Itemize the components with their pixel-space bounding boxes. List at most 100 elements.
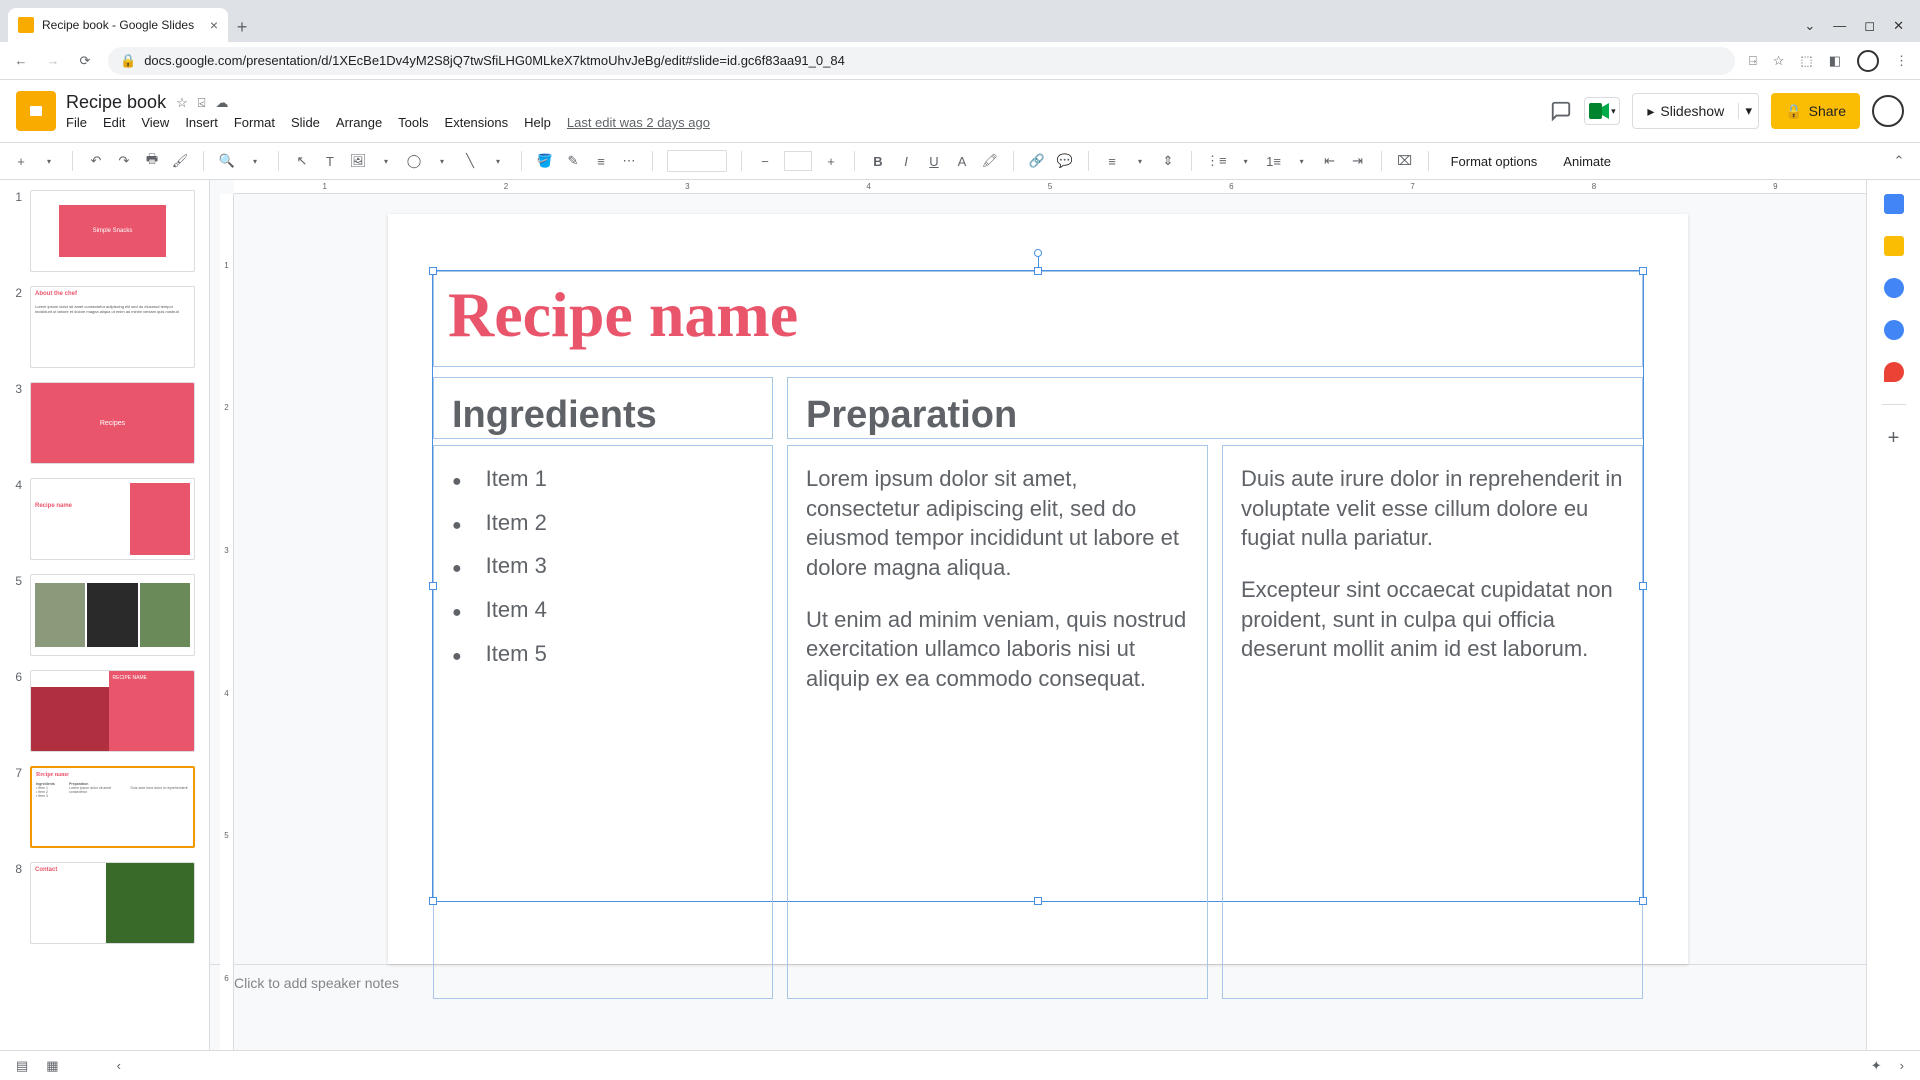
menu-slide[interactable]: Slide (291, 115, 320, 130)
bookmark-icon[interactable]: ☆ (1773, 53, 1785, 69)
image-tool[interactable]: 🖼 (349, 153, 367, 169)
shape-tool[interactable]: ◯ (405, 153, 423, 169)
format-options-button[interactable]: Format options (1443, 154, 1546, 169)
bullet-list-button[interactable]: ⋮≡ (1206, 153, 1227, 169)
explore-icon[interactable]: ✦ (1871, 1058, 1882, 1074)
image-drop[interactable]: ▾ (377, 157, 395, 166)
menu-arrange[interactable]: Arrange (336, 115, 382, 130)
resize-handle-tr[interactable] (1639, 267, 1647, 275)
slide-canvas[interactable]: Recipe name Ingredients Preparation Item… (388, 214, 1688, 964)
meet-button[interactable]: ▾ (1584, 97, 1620, 125)
inc-indent-button[interactable]: ⇥ (1349, 153, 1367, 169)
calendar-icon[interactable] (1884, 194, 1904, 214)
zoom-button[interactable]: 🔍 (218, 153, 236, 169)
line-spacing-button[interactable]: ⇕ (1159, 153, 1177, 169)
inc-font-button[interactable]: + (822, 154, 840, 169)
grid-view-icon[interactable]: ▦ (46, 1058, 58, 1074)
chevron-down-icon[interactable]: ⌄ (1804, 18, 1815, 34)
filmstrip[interactable]: 1 Simple Snacks 2 About the chefLorem ip… (0, 180, 210, 1050)
font-size-field[interactable] (784, 151, 812, 171)
dec-indent-button[interactable]: ⇤ (1321, 153, 1339, 169)
comment-history-icon[interactable] (1550, 100, 1572, 122)
document-title[interactable]: Recipe book (66, 92, 166, 113)
border-color-button[interactable]: ✎ (564, 153, 582, 169)
line-drop[interactable]: ▾ (489, 157, 507, 166)
resize-handle-ml[interactable] (429, 582, 437, 590)
canvas-area[interactable]: 123456789 123456 Recipe name Ingredients (210, 180, 1866, 1050)
text-color-button[interactable]: A (953, 154, 971, 169)
preparation-col1-box[interactable]: Lorem ipsum dolor sit amet, consectetur … (787, 445, 1208, 999)
slides-logo[interactable] (16, 91, 56, 131)
slide-thumb-7[interactable]: 7 Recipe nameIngredients• Item 1• Item 2… (8, 766, 195, 848)
side-panel-icon[interactable]: ◧ (1829, 53, 1841, 69)
back-icon[interactable]: ← (12, 52, 30, 70)
slideshow-dropdown[interactable]: ▾ (1738, 103, 1758, 119)
font-select[interactable] (667, 150, 727, 172)
slide-thumb-3[interactable]: 3 Recipes (8, 382, 195, 464)
dec-font-button[interactable]: − (756, 154, 774, 169)
tasks-icon[interactable] (1884, 278, 1904, 298)
resize-handle-mr[interactable] (1639, 582, 1647, 590)
cloud-status-icon[interactable]: ☁ (216, 95, 229, 111)
resize-handle-tl[interactable] (429, 267, 437, 275)
maximize-icon[interactable]: ◻ (1864, 18, 1875, 34)
last-edit-link[interactable]: Last edit was 2 days ago (567, 115, 710, 130)
clear-format-button[interactable]: ⌧ (1396, 153, 1414, 169)
menu-tools[interactable]: Tools (398, 115, 428, 130)
slideshow-button[interactable]: ▸Slideshow ▾ (1632, 93, 1759, 129)
fill-color-button[interactable]: 🪣 (536, 153, 554, 169)
resize-handle-bl[interactable] (429, 897, 437, 905)
ingredients-body-box[interactable]: Item 1 Item 2 Item 3 Item 4 Item 5 (433, 445, 773, 999)
menu-view[interactable]: View (141, 115, 169, 130)
comment-button[interactable]: 💬 (1056, 153, 1074, 169)
menu-extensions[interactable]: Extensions (445, 115, 509, 130)
forward-icon[interactable]: → (44, 52, 62, 70)
numbered-drop[interactable]: ▾ (1293, 157, 1311, 166)
menu-help[interactable]: Help (524, 115, 551, 130)
filmstrip-view-icon[interactable]: ▤ (16, 1058, 28, 1074)
extensions-icon[interactable]: ⬚ (1800, 53, 1812, 69)
select-tool[interactable]: ↖ (293, 153, 311, 169)
ingredients-header-box[interactable]: Ingredients (433, 377, 773, 439)
slide-thumb-8[interactable]: 8 Contact (8, 862, 195, 944)
align-drop[interactable]: ▾ (1131, 157, 1149, 166)
undo-button[interactable]: ↶ (87, 153, 105, 169)
numbered-list-button[interactable]: 1≡ (1265, 154, 1283, 169)
maps-icon[interactable] (1884, 362, 1904, 382)
expand-side-icon[interactable]: › (1900, 1058, 1904, 1074)
new-slide-drop[interactable]: ▾ (40, 157, 58, 166)
print-button[interactable]: 🖶 (143, 150, 161, 172)
new-slide-button[interactable]: + (12, 154, 30, 169)
slide-thumb-1[interactable]: 1 Simple Snacks (8, 190, 195, 272)
redo-button[interactable]: ↷ (115, 153, 133, 169)
slide-thumb-4[interactable]: 4 Recipe name (8, 478, 195, 560)
menu-file[interactable]: File (66, 115, 87, 130)
browser-tab[interactable]: Recipe book - Google Slides × (8, 8, 228, 42)
resize-handle-mb[interactable] (1034, 897, 1042, 905)
textbox-tool[interactable]: T (321, 154, 339, 169)
menu-icon[interactable]: ⋮ (1895, 53, 1908, 69)
preparation-col2-box[interactable]: Duis aute irure dolor in reprehenderit i… (1222, 445, 1643, 999)
rotation-handle[interactable] (1034, 249, 1042, 257)
border-weight-button[interactable]: ≡ (592, 154, 610, 169)
new-tab-button[interactable]: + (228, 17, 256, 42)
animate-button[interactable]: Animate (1555, 154, 1619, 169)
bold-button[interactable]: B (869, 154, 887, 169)
italic-button[interactable]: I (897, 154, 915, 169)
zoom-drop[interactable]: ▾ (246, 157, 264, 166)
menu-edit[interactable]: Edit (103, 115, 125, 130)
profile-avatar[interactable] (1857, 50, 1879, 72)
bullet-drop[interactable]: ▾ (1237, 157, 1255, 166)
collapse-toolbar-icon[interactable]: ⌃ (1890, 153, 1908, 169)
account-avatar[interactable] (1872, 95, 1904, 127)
shape-drop[interactable]: ▾ (433, 157, 451, 166)
slide-thumb-6[interactable]: 6 RECIPE NAME (8, 670, 195, 752)
preparation-header-box[interactable]: Preparation (787, 377, 1643, 439)
highlight-button[interactable]: 🖍 (981, 153, 999, 169)
reload-icon[interactable]: ⟳ (76, 52, 94, 70)
add-panel-icon[interactable]: + (1888, 427, 1900, 450)
underline-button[interactable]: U (925, 154, 943, 169)
keep-icon[interactable] (1884, 236, 1904, 256)
link-button[interactable]: 🔗 (1028, 153, 1046, 169)
align-button[interactable]: ≡ (1103, 154, 1121, 169)
